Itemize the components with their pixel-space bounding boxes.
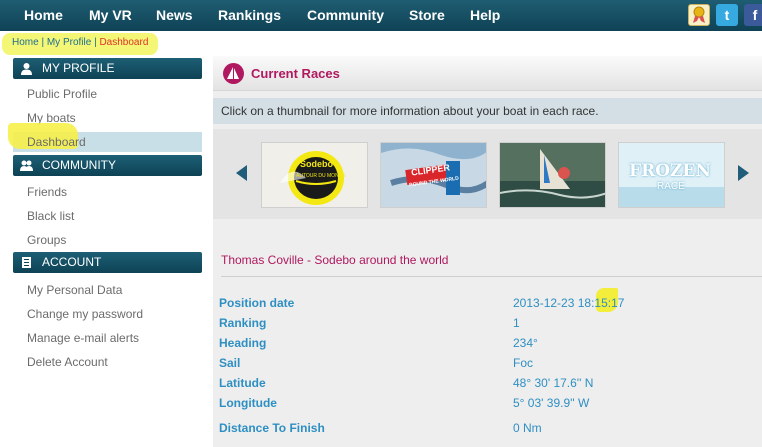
sidebar-item-change-password[interactable]: Change my password (27, 307, 143, 321)
thumbnail-subtitle: AUTOUR DU MONDE (296, 173, 346, 179)
sidebar-item-black-list[interactable]: Black list (27, 209, 74, 223)
nav-help[interactable]: Help (470, 0, 500, 31)
facebook-glyph: f (752, 7, 758, 23)
sidebar-item-delete-account[interactable]: Delete Account (27, 355, 108, 369)
award-icon[interactable] (688, 4, 710, 26)
detail-value-position-date: 2013-12-23 18:15:17 (513, 296, 625, 310)
breadcrumb: Home | My Profile | Dashboard (2, 33, 159, 55)
carousel-prev-arrow-icon[interactable] (236, 165, 247, 181)
sidebar-item-email-alerts[interactable]: Manage e-mail alerts (27, 331, 139, 345)
thumbnail-subtitle: RACE (657, 181, 685, 192)
sailboat-logo-icon (223, 63, 244, 84)
detail-value-latitude: 48° 30' 17.6'' N (513, 376, 594, 390)
users-icon (20, 160, 33, 171)
panel-title: Current Races (251, 66, 340, 81)
user-icon (21, 63, 32, 75)
sidebar-header-label: MY PROFILE (42, 61, 115, 75)
nav-community[interactable]: Community (307, 0, 384, 31)
detail-label-longitude: Longitude (219, 396, 277, 410)
breadcrumb-dashboard[interactable]: Dashboard (99, 37, 148, 48)
facebook-icon[interactable]: f (744, 4, 762, 26)
race-thumbnail-clipper[interactable]: CLIPPER ROUND THE WORLD (380, 142, 487, 208)
detail-value-ranking: 1 (513, 316, 520, 330)
twitter-glyph: t (724, 7, 730, 23)
clipper-thumbnail-graphic (381, 143, 486, 207)
instructions-text: Click on a thumbnail for more informatio… (213, 98, 762, 124)
detail-value-sail: Foc (513, 356, 534, 370)
divider (221, 276, 762, 277)
nav-store[interactable]: Store (409, 0, 445, 31)
breadcrumb-separator: | (38, 37, 47, 48)
detail-value-longitude: 5° 03' 39.9'' W (513, 396, 590, 410)
detail-label-heading: Heading (219, 336, 267, 350)
selected-race-name: Thomas Coville - Sodebo around the world (221, 253, 449, 267)
thumbnail-title: FROZEN (629, 161, 711, 181)
panel-header: Current Races (213, 56, 762, 91)
nav-home[interactable]: Home (24, 0, 63, 31)
detail-label-sail: Sail (219, 356, 241, 370)
top-navigation-bar: Home My VR News Rankings Community Store… (0, 0, 762, 31)
breadcrumb-home[interactable]: Home (12, 37, 39, 48)
sailboat-photo-graphic (500, 143, 605, 207)
race-thumbnail-carousel: Sodebo AUTOUR DU MONDE CLIPPER ROUND THE… (213, 129, 762, 219)
sidebar-header-community: COMMUNITY (13, 155, 202, 176)
nav-my-vr[interactable]: My VR (89, 0, 132, 31)
sidebar-header-label: COMMUNITY (42, 158, 116, 172)
sidebar-header-label: ACCOUNT (42, 255, 102, 269)
detail-label-latitude: Latitude (219, 376, 266, 390)
sidebar-header-my-profile: MY PROFILE (13, 58, 202, 79)
sidebar-item-personal-data[interactable]: My Personal Data (27, 283, 122, 297)
sidebar-item-groups[interactable]: Groups (27, 233, 66, 247)
detail-label-distance-to-finish: Distance To Finish (219, 421, 325, 435)
sidebar-item-friends[interactable]: Friends (27, 185, 67, 199)
race-thumbnail-sailboat[interactable] (499, 142, 606, 208)
nav-news[interactable]: News (156, 0, 193, 31)
sidebar-item-dashboard[interactable]: Dashboard (27, 135, 86, 149)
detail-value-heading: 234° (513, 336, 538, 350)
nav-rankings[interactable]: Rankings (218, 0, 281, 31)
detail-label-position-date: Position date (219, 296, 295, 310)
detail-label-ranking: Ranking (219, 316, 267, 330)
sidebar-header-account: ACCOUNT (13, 252, 202, 273)
detail-value-distance-to-finish: 0 Nm (513, 421, 542, 435)
carousel-next-arrow-icon[interactable] (738, 165, 749, 181)
current-races-panel: Current Races Click on a thumbnail for m… (213, 56, 762, 447)
award-icon-graphic (693, 6, 705, 23)
race-thumbnail-frozen[interactable]: FROZEN RACE (618, 142, 725, 208)
document-icon (22, 257, 31, 268)
breadcrumb-my-profile[interactable]: My Profile (47, 37, 91, 48)
race-thumbnail-sodebo[interactable]: Sodebo AUTOUR DU MONDE (261, 142, 368, 208)
thumbnail-title: Sodebo (300, 159, 333, 169)
sidebar-item-public-profile[interactable]: Public Profile (27, 87, 97, 101)
twitter-icon[interactable]: t (716, 4, 738, 26)
